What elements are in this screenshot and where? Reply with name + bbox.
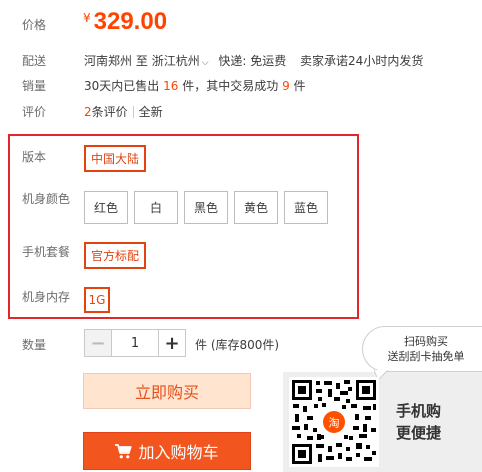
ship-to-value[interactable]: 浙江杭州 xyxy=(152,54,200,68)
package-label: 手机套餐 xyxy=(22,245,71,259)
package-option-selected[interactable]: 官方标配 xyxy=(84,242,146,269)
sales-mid: 件，其中交易成功 xyxy=(182,79,279,93)
sales-prefix: 30天内已售出 xyxy=(84,79,160,93)
version-option-selected[interactable]: 中国大陆 xyxy=(84,145,146,172)
quantity-stepper: − + xyxy=(84,329,186,357)
stock-info: 件 (库存800件) xyxy=(195,338,280,352)
price-value: 329.00 xyxy=(93,8,168,35)
reviews-label: 评价 xyxy=(22,105,47,119)
memory-option-selected[interactable]: 1G xyxy=(84,287,110,313)
quantity-decrease-button[interactable]: − xyxy=(85,330,112,356)
memory-label: 机身内存 xyxy=(22,290,71,304)
buy-now-label[interactable]: 立即购买 xyxy=(135,379,199,403)
mobile-text-line2: 更便捷 xyxy=(396,424,442,442)
quantity-increase-button[interactable]: + xyxy=(158,330,185,356)
color-label: 机身颜色 xyxy=(22,192,71,206)
ship-promise: 卖家承诺24小时内发货 xyxy=(300,54,424,68)
taobao-logo-icon: 淘 xyxy=(329,417,340,430)
shipping-fee: 快递: 免运费 xyxy=(218,54,287,68)
delivery-label: 配送 xyxy=(22,54,47,68)
ship-to-word: 至 xyxy=(135,54,148,68)
ship-from: 河南郑州 xyxy=(84,54,133,68)
delivery-row: 河南郑州 至 浙江杭州 ⌵ 快递: 免运费 卖家承诺24小时内发货 xyxy=(84,52,423,69)
ship-to-select[interactable]: 浙江杭州 ⌵ xyxy=(152,54,209,68)
success-count: 9 xyxy=(282,79,290,93)
review-count[interactable]: 2 xyxy=(84,105,92,119)
review-link[interactable]: 2条评价 xyxy=(84,105,128,119)
scan-tip-line1: 扫码购买 xyxy=(404,335,448,348)
color-option-white[interactable]: 白 xyxy=(134,191,178,224)
condition-link[interactable]: 全新 xyxy=(139,105,163,119)
divider xyxy=(132,106,134,118)
qr-code-image: 淘 xyxy=(289,377,379,467)
quantity-label: 数量 xyxy=(22,338,47,352)
add-to-cart-button[interactable]: 加入购物车 xyxy=(83,432,251,470)
color-option-black[interactable]: 黑色 xyxy=(184,191,228,224)
sales-row: 30天内已售出 16 件，其中交易成功 9 件 xyxy=(84,77,306,94)
color-option-blue[interactable]: 蓝色 xyxy=(284,191,328,224)
cart-icon[interactable] xyxy=(115,443,133,459)
mobile-text-line1: 手机购 xyxy=(396,402,442,420)
price-label: 价格 xyxy=(22,18,47,32)
currency-symbol: ¥ xyxy=(83,11,91,25)
scan-tip-line2: 送刮刮卡抽免单 xyxy=(387,350,465,363)
scan-tip-bubble: 扫码购买 送刮刮卡抽免单 xyxy=(362,326,482,372)
sold-count: 16 xyxy=(163,79,179,93)
chevron-down-icon[interactable]: ⌵ xyxy=(202,58,209,68)
price-display: ¥329.00 xyxy=(83,8,167,36)
add-to-cart-label[interactable]: 加入购物车 xyxy=(138,439,218,463)
sales-suffix: 件 xyxy=(293,79,306,93)
color-option-yellow[interactable]: 黄色 xyxy=(234,191,278,224)
version-label: 版本 xyxy=(22,150,47,164)
sales-label: 销量 xyxy=(22,79,47,93)
color-option-red[interactable]: 红色 xyxy=(84,191,128,224)
quantity-input[interactable] xyxy=(112,330,158,356)
mobile-purchase-text: 手机购 更便捷 xyxy=(396,400,441,444)
reviews-row: 2条评价 全新 xyxy=(84,103,163,120)
buy-now-button[interactable]: 立即购买 xyxy=(83,373,251,409)
review-unit[interactable]: 条评价 xyxy=(92,105,128,119)
